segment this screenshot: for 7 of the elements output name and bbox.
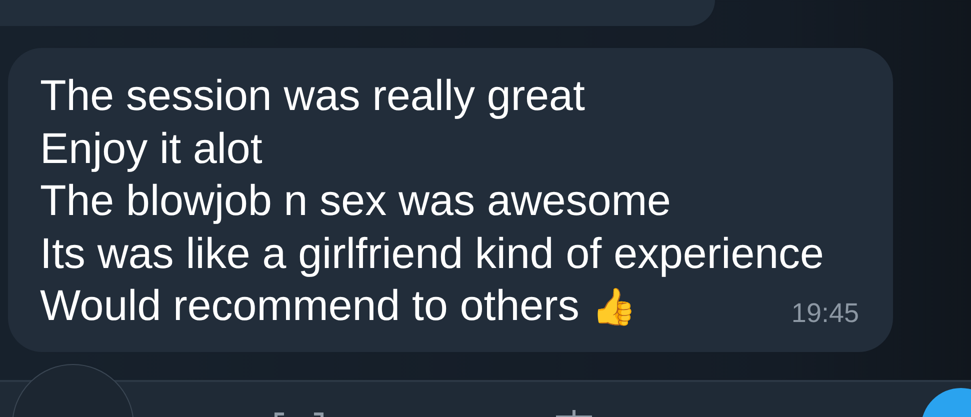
message-text: Its was like a girlfriend kind of experience: [40, 228, 825, 280]
thumbs-up-emoji: 👍: [591, 284, 636, 328]
message-text: Would recommend to others: [40, 281, 580, 332]
message-text: Enjoy it alot: [40, 124, 264, 174]
message-time: 19:45: [791, 296, 859, 330]
message-text: The blowjob n sex was awesome: [40, 176, 672, 227]
message-text: The session was really great: [40, 71, 586, 122]
